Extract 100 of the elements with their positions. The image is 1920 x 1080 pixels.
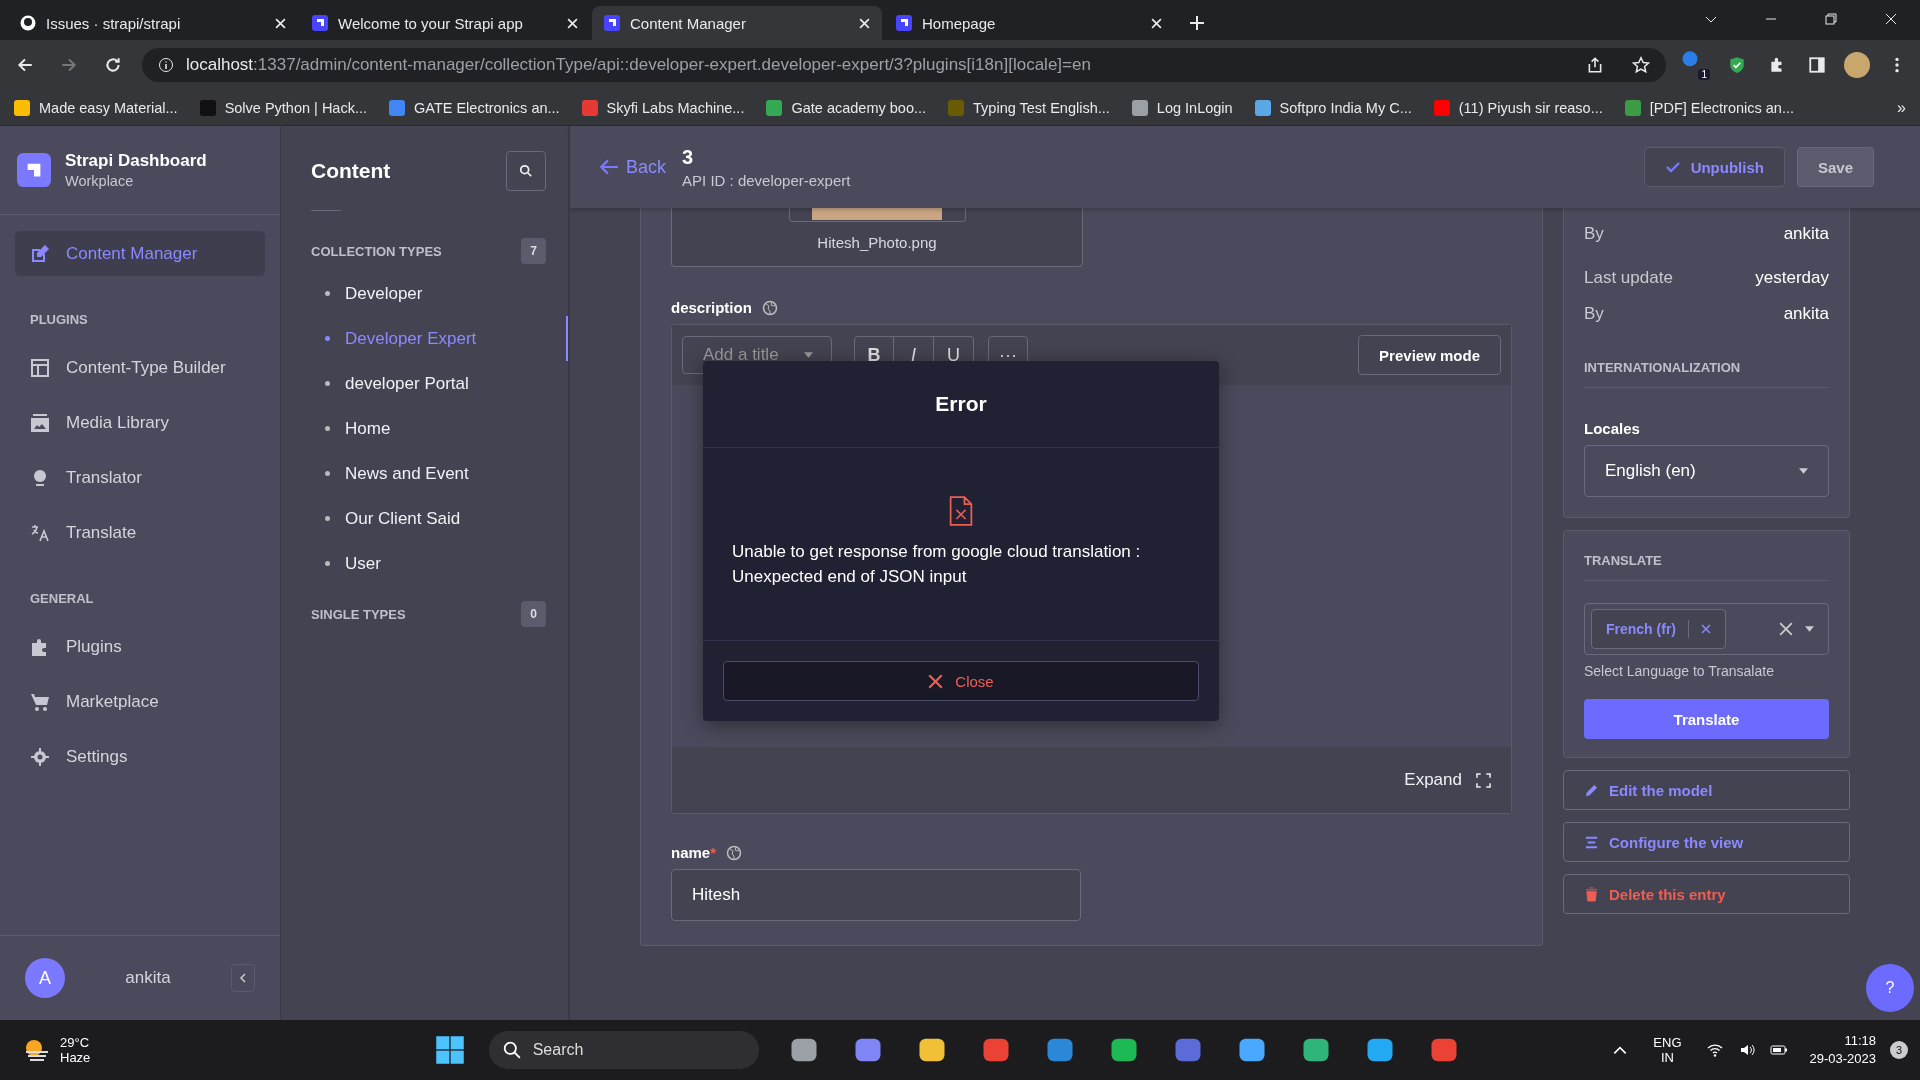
bullet-icon xyxy=(325,381,330,386)
collection-link[interactable]: Home xyxy=(325,406,568,451)
section-heading: COLLECTION TYPES xyxy=(311,243,442,259)
browser-tab[interactable]: Homepage xyxy=(884,6,1174,40)
sidebar-item[interactable]: Settings xyxy=(15,734,265,779)
notification-badge[interactable]: 3 xyxy=(1890,1041,1908,1059)
clock-date[interactable]: 29-03-2023 xyxy=(1809,1050,1876,1068)
pencil-icon xyxy=(1584,782,1599,798)
globe-icon xyxy=(726,844,743,861)
bookmark[interactable]: Skyfi Labs Machine... xyxy=(581,99,745,116)
app-logo-icon xyxy=(312,15,328,31)
info-value: ankita xyxy=(1783,224,1829,244)
extension-badge: 1 xyxy=(1698,69,1710,80)
battery-icon[interactable] xyxy=(1769,1042,1788,1058)
count-badge: 0 xyxy=(521,601,546,627)
sidebar-item[interactable]: Translator xyxy=(15,455,265,500)
sidebar-item[interactable]: Media Library xyxy=(15,400,265,445)
restore-icon[interactable] xyxy=(1824,12,1838,26)
info-value: yesterday xyxy=(1755,268,1829,288)
collection-link[interactable]: User xyxy=(325,541,568,586)
file-name: Hitesh_Photo.png xyxy=(817,234,937,251)
sidebar-item[interactable]: Plugins xyxy=(15,624,265,669)
bookmark[interactable]: Log InLogin xyxy=(1131,99,1233,116)
start-icon[interactable] xyxy=(434,1035,465,1065)
brand-title: Strapi Dashboard xyxy=(65,151,207,171)
field-label: description xyxy=(671,299,752,316)
weather-text: Haze xyxy=(60,1050,91,1065)
expand-button[interactable]: Expand xyxy=(1404,770,1491,790)
bookmark[interactable]: Gate academy boo... xyxy=(766,99,927,116)
dialog-title: Error xyxy=(703,361,1219,448)
collapse-button[interactable] xyxy=(231,964,255,992)
extension-icon[interactable]: 1 xyxy=(1680,50,1710,80)
clock-time[interactable]: 11:18 xyxy=(1809,1032,1876,1050)
collection-link[interactable]: Developer xyxy=(325,271,568,316)
bookmark[interactable]: (11) Piyush sir reaso... xyxy=(1433,99,1603,116)
search-button[interactable] xyxy=(506,151,546,191)
search-icon xyxy=(502,1041,521,1059)
field-label: name xyxy=(671,844,711,861)
clear-icon[interactable] xyxy=(1779,622,1793,636)
address-bar[interactable]: localhost:1337/admin/content-manager/collectionType/api::developer-expert.developer-expert/3?plugins[i18n][locale]=en xyxy=(142,48,1666,82)
bookmark[interactable]: Softpro India My C... xyxy=(1254,99,1412,116)
caret-icon[interactable] xyxy=(1805,626,1814,632)
section-heading: INTERNATIONALIZATION xyxy=(1584,360,1742,377)
more-bookmarks[interactable]: » xyxy=(1897,98,1906,117)
list-icon xyxy=(1584,834,1599,850)
info-label: Last update xyxy=(1584,268,1673,288)
star-icon[interactable] xyxy=(1632,56,1650,74)
back-icon[interactable] xyxy=(16,56,34,74)
avatar[interactable] xyxy=(1844,52,1870,78)
browser-tab[interactable]: Welcome to your Strapi app xyxy=(300,6,590,40)
trash-icon xyxy=(1584,886,1599,902)
translate-button[interactable]: Translate xyxy=(1584,699,1829,739)
api-id: API ID : developer-expert xyxy=(682,171,851,189)
share-icon[interactable] xyxy=(1586,56,1604,74)
url-text: localhost:1337/admin/content-manager/collectionType/api::developer-expert.developer-expert/3?plugins[i18n][locale]=en xyxy=(186,55,1091,75)
brand-subtitle: Workplace xyxy=(65,173,135,189)
bookmark[interactable]: [PDF] Electronics an... xyxy=(1624,99,1794,116)
error-message: Unable to get response from google cloud translation : Unexpected end of JSON input xyxy=(732,541,1142,588)
shield-icon[interactable] xyxy=(1728,56,1746,74)
sidebar-item[interactable]: Marketplace xyxy=(15,679,265,724)
locale-select[interactable]: English (en) xyxy=(1584,445,1829,497)
close-button[interactable]: Close xyxy=(723,661,1199,701)
info-icon xyxy=(158,57,174,73)
sidebar-item[interactable]: Translate xyxy=(15,510,265,555)
bookmark[interactable]: GATE Electronics an... xyxy=(389,99,560,116)
plus-icon[interactable] xyxy=(1190,16,1204,30)
search-field[interactable]: Search xyxy=(488,1031,759,1069)
forward-icon[interactable] xyxy=(60,56,78,74)
side-panel-icon[interactable] xyxy=(1808,56,1826,74)
collection-link[interactable]: News and Event xyxy=(325,451,568,496)
chevron-left-icon xyxy=(238,973,248,983)
required-mark: * xyxy=(710,844,717,861)
sidebar-item[interactable]: Content Manager xyxy=(15,231,265,276)
collection-link[interactable]: developer Portal xyxy=(325,361,568,406)
cart-icon xyxy=(30,691,50,712)
browser-tab[interactable]: Content Manager xyxy=(592,6,882,40)
section-heading: PLUGINS xyxy=(30,312,89,327)
browser-tab[interactable]: Issues · strapi/strapi xyxy=(8,6,298,40)
app-logo-icon xyxy=(17,153,51,187)
save-button[interactable]: Save xyxy=(1796,147,1874,187)
wifi-icon[interactable] xyxy=(1705,1042,1724,1058)
sidebar-item[interactable]: Content-Type Builder xyxy=(15,345,265,390)
entry-title: 3 xyxy=(682,145,695,169)
bookmark[interactable]: Typing Test English... xyxy=(948,99,1110,116)
bullet-icon xyxy=(325,471,330,476)
globe-icon xyxy=(761,299,778,316)
reload-icon[interactable] xyxy=(104,56,122,74)
edit-icon xyxy=(30,243,50,264)
preview-mode-button[interactable]: Preview mode xyxy=(1358,335,1501,375)
collection-link[interactable]: Our Client Said xyxy=(325,496,568,541)
bookmark[interactable]: Made easy Material... xyxy=(14,99,178,116)
language-indicator[interactable]: ENG xyxy=(1653,1035,1682,1050)
info-value: ankita xyxy=(1783,304,1829,324)
help-button[interactable]: ? xyxy=(1866,964,1914,1012)
region-indicator[interactable]: IN xyxy=(1653,1050,1682,1065)
tab-title: Homepage xyxy=(922,14,997,32)
name-input[interactable]: Hitesh xyxy=(671,869,1081,921)
close-icon xyxy=(928,673,944,689)
bookmark[interactable]: Solve Python | Hack... xyxy=(199,99,367,116)
user-name: ankita xyxy=(124,968,172,988)
